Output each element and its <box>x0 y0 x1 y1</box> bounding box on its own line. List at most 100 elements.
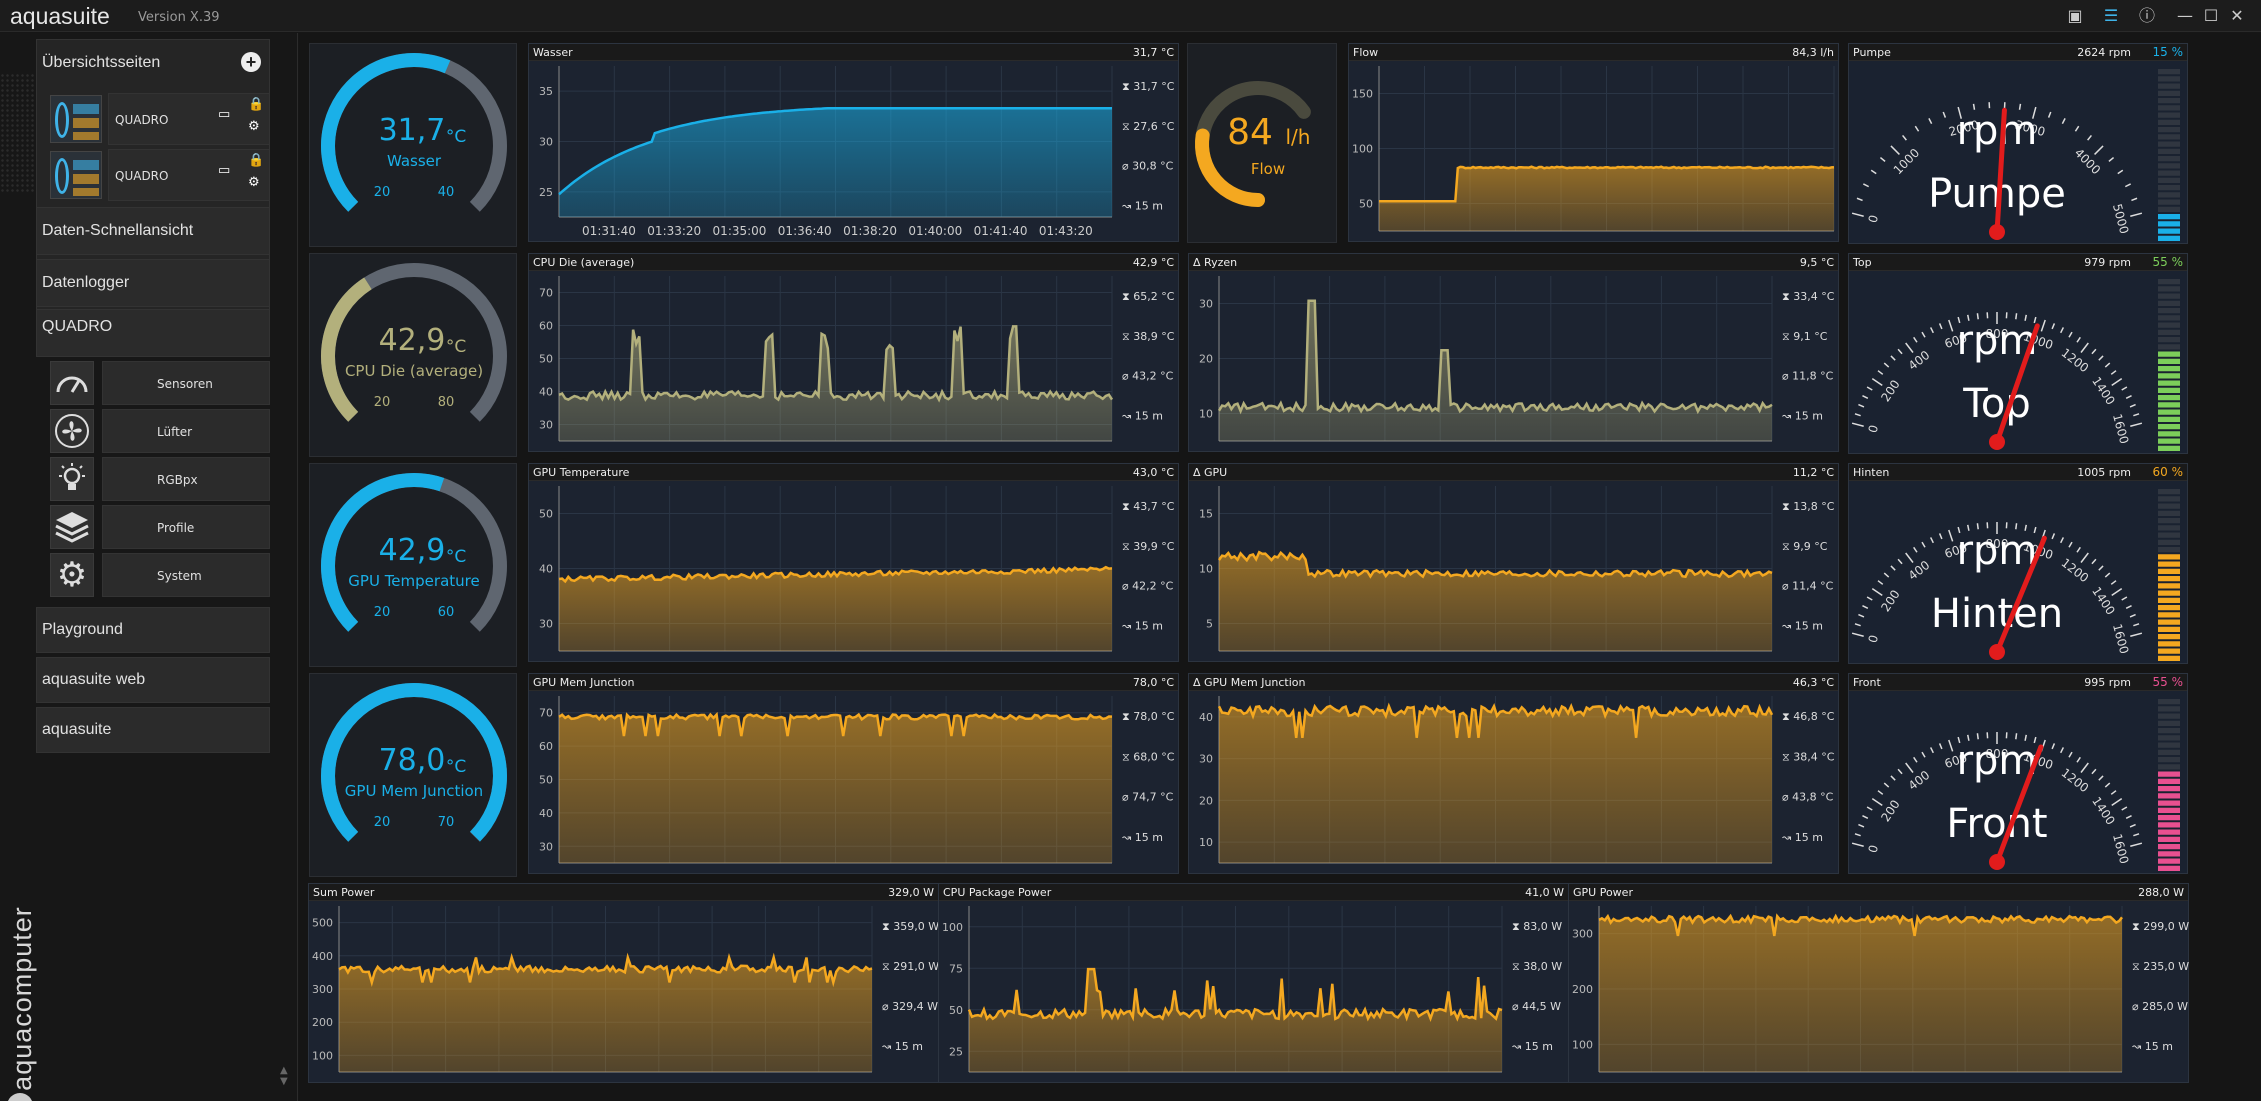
chart-stat: ⧖ 235,0 W <box>2132 960 2189 973</box>
dial-tick <box>2117 169 2124 175</box>
level-segment <box>2158 90 2180 96</box>
gear-icon[interactable]: ⚙ <box>248 119 260 134</box>
sidebar-subitem-label: RGBpx <box>157 473 198 487</box>
sidebar-subitem-luefter[interactable]: Lüfter <box>50 409 270 453</box>
monitor-icon[interactable]: ▭ <box>218 107 230 122</box>
maximize-button[interactable]: ☐ <box>2200 5 2222 27</box>
sidebar-page-quadro-1[interactable]: QUADRO ▭ 🔒 ⚙ <box>50 93 270 145</box>
dial-tick-label: 200 <box>1878 377 1902 404</box>
monitor-icon[interactable]: ▭ <box>218 163 230 178</box>
lock-icon[interactable]: 🔒 <box>248 153 264 168</box>
chart-current-value: 84,3 l/h <box>1792 46 1834 59</box>
sidebar-subitem-profile[interactable]: Profile <box>50 505 270 549</box>
dial-tick <box>2051 743 2056 750</box>
level-segment <box>2158 445 2180 451</box>
dial-tick <box>1871 798 1883 806</box>
dial-tick <box>1890 565 1896 571</box>
chart-plot: 15 10 5 ⧗ 13,8 °C ⧖ 9,9 °C ⌀ 11,4 °C ↝ 15 m <box>1199 486 1835 652</box>
close-button[interactable]: ✕ <box>2226 5 2248 27</box>
x-tick-label: 01:33:20 <box>647 224 701 238</box>
info-icon[interactable]: ⓘ <box>2136 5 2158 27</box>
dial-tick-label: 200 <box>1878 797 1902 824</box>
level-segment <box>2158 836 2180 842</box>
dial-tick <box>2076 546 2081 553</box>
level-segment <box>2158 300 2180 306</box>
y-tick-label: 10 <box>1199 408 1213 421</box>
chart-plot: 35 30 25 01:31:40 01:33:20 01:35:00 01:36:40 01… <box>539 66 1175 238</box>
app-title: aquasuite <box>10 3 110 29</box>
sidebar-item-daten-schnellansicht[interactable]: Daten-Schnellansicht <box>36 207 270 255</box>
screenshot-icon[interactable]: ▣ <box>2064 5 2086 27</box>
chart-stat: ⌀ 11,4 °C <box>1782 580 1834 593</box>
dial-tick <box>2068 331 2073 338</box>
dial-tick <box>1877 790 1884 795</box>
sidebar-item-aquasuite-web[interactable]: aquasuite web <box>36 657 270 703</box>
dial-tick <box>2110 370 2117 375</box>
lock-icon[interactable]: 🔒 <box>248 97 264 112</box>
scroll-arrows-icon[interactable]: ▲ ▼ <box>280 1065 288 1087</box>
level-segment <box>2158 547 2180 553</box>
y-tick-label: 30 <box>1199 753 1213 766</box>
dial-tick <box>1854 833 1861 837</box>
gauge-max: 60 <box>438 605 455 620</box>
sidebar-subitem-label: Profile <box>157 521 195 535</box>
chart-header: CPU Die (average) 42,9 °C <box>529 254 1178 271</box>
y-tick-label: 200 <box>1572 983 1593 996</box>
dial-tick <box>2098 775 2104 781</box>
level-segment <box>2158 358 2180 364</box>
chart-stat: ⧖ 39,9 °C <box>1122 540 1175 553</box>
level-segment <box>2158 496 2180 502</box>
sidebar-item-playground[interactable]: Playground <box>36 607 270 653</box>
dial-tick-label: 1600 <box>2110 412 2131 445</box>
sidebar-page-quadro-2[interactable]: QUADRO ▭ 🔒 ⚙ <box>50 149 270 201</box>
chart-stat: ⧖ 9,9 °C <box>1782 540 1828 553</box>
rpm-dial: 02004006008001000120014001600rpmFront <box>1851 699 2180 871</box>
minimize-button[interactable]: — <box>2174 5 2196 27</box>
add-page-icon[interactable]: + <box>241 52 261 72</box>
y-tick-label: 20 <box>1199 353 1213 366</box>
dial-tick <box>1883 362 1890 368</box>
dial-tick <box>2124 183 2131 188</box>
dial-tick <box>2076 336 2081 343</box>
sidebar-subitem-sensoren[interactable]: Sensoren <box>50 361 270 405</box>
dial-tick-label: 200 <box>1878 587 1902 614</box>
chart-stat: ⧖ 9,1 °C <box>1782 330 1828 343</box>
sidebar-subitem-system[interactable]: ⚙ System <box>50 553 270 597</box>
dial-tick <box>1862 394 1869 399</box>
level-segment <box>2158 612 2180 618</box>
dial-tick <box>1879 157 1886 162</box>
sidebar-overview-label[interactable]: Übersichtsseiten <box>42 54 160 72</box>
dial-tick <box>2129 823 2136 828</box>
sidebar-item-quadro[interactable]: QUADRO <box>36 309 270 357</box>
y-tick-label: 35 <box>539 85 553 98</box>
gauge-min: 20 <box>374 605 391 620</box>
gear-icon[interactable]: ⚙ <box>248 175 260 190</box>
level-segment <box>2158 539 2180 545</box>
y-tick-label: 75 <box>949 962 963 975</box>
dial-tick <box>1890 775 1896 781</box>
gauge-label: GPU Mem Junction <box>345 782 483 800</box>
chart-stat: ⧖ 68,0 °C <box>1122 750 1175 763</box>
chart-stat: ⌀ 11,8 °C <box>1782 370 1834 383</box>
level-segment <box>2158 735 2180 741</box>
level-segment <box>2158 655 2180 661</box>
layers-icon[interactable]: ☰ <box>2100 5 2122 27</box>
sidebar-item-datenlogger[interactable]: Datenlogger <box>36 259 270 307</box>
chart-stat: ↝ 15 m <box>1782 409 1823 422</box>
dial-tick <box>1871 588 1883 596</box>
dial-tick <box>2130 632 2143 638</box>
rpm-title: Hinten <box>1853 466 1890 479</box>
sidebar-subitem-rgbpx[interactable]: RGBpx <box>50 457 270 501</box>
level-segment <box>2158 778 2180 784</box>
y-tick-label: 150 <box>1352 88 1373 101</box>
sidebar-item-aquasuite[interactable]: aquasuite <box>36 707 270 753</box>
rpm-title: Pumpe <box>1853 46 1891 59</box>
dial-tick <box>2131 197 2138 202</box>
dial-tick <box>2060 327 2065 334</box>
rpm-percent: 55 % <box>2152 255 2184 269</box>
dial-tick <box>2040 319 2046 332</box>
chart-plot: 70 60 50 40 30 ⧗ 78,0 °C ⧖ 68,0 °C ⌀ 74,7 °C ↝ 1… <box>539 696 1175 864</box>
chart-title: Δ GPU Mem Junction <box>1193 676 1306 689</box>
level-segment <box>2158 648 2180 654</box>
x-tick-label: 01:40:00 <box>908 224 962 238</box>
